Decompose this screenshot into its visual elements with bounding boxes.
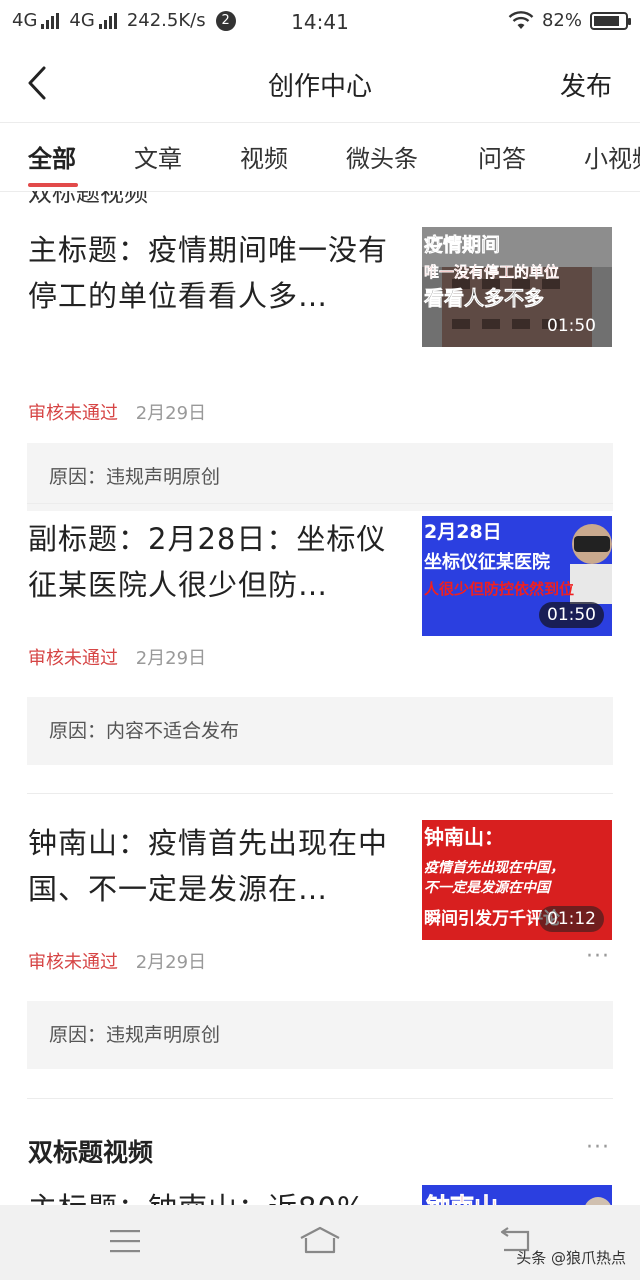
video-duration: 01:12 — [539, 906, 604, 932]
tab-articles[interactable]: 文章 — [134, 139, 182, 174]
battery-icon — [590, 11, 631, 30]
item-title[interactable]: 钟南山：疫情首先出现在中国、不一定是发源在… — [28, 820, 390, 912]
review-status: 审核未通过 — [28, 403, 118, 424]
thumb-text-line: 2月28日 — [424, 521, 502, 543]
thumb-text-line: 不一定是发源在中国 — [424, 879, 552, 896]
video-thumbnail[interactable]: 2月28日 坐标仪征某医院 人很少但防控依然到位 01:50 — [422, 516, 612, 636]
item-title[interactable]: 主标题：疫情期间唯一没有停工的单位看看人多… — [28, 227, 390, 319]
publish-button[interactable]: 发布 — [560, 66, 612, 103]
rejection-reason: 原因：违规声明原创 — [27, 1001, 613, 1069]
item-title[interactable]: 主标题：钟南山：近80% — [28, 1185, 390, 1205]
video-duration: 01:50 — [539, 602, 604, 628]
home-icon — [300, 1226, 340, 1254]
title-bar: 创作中心 发布 — [0, 44, 640, 122]
thumb-text-line: 钟南山： — [424, 825, 504, 849]
battery-level — [594, 15, 619, 26]
list-item[interactable]: 钟南山：疫情首先出现在中国、不一定是发源在… 钟南山： 疫情首先出现在中国， 不… — [0, 820, 640, 1070]
list-item[interactable]: 主标题：疫情期间唯一没有停工的单位看看人多… 疫情期间 唯一没有停工的单位 看看… — [0, 227, 640, 511]
review-status: 审核未通过 — [28, 648, 118, 669]
tab-all[interactable]: 全部 — [28, 139, 76, 174]
divider — [27, 1098, 613, 1099]
menu-icon — [110, 1230, 140, 1253]
list-item[interactable]: 副标题：2月28日：坐标仪征某医院人很少但防… 2月28日 坐标仪征某医院 人很… — [0, 516, 640, 766]
tab-micro-headlines[interactable]: 微头条 — [346, 139, 418, 174]
thumb-text-line: 坐标仪征某医院 — [424, 551, 550, 573]
battery-percent: 82% — [541, 10, 582, 31]
tab-short-videos[interactable]: 小视频 — [584, 139, 640, 174]
item-date: 2月29日 — [135, 403, 207, 424]
item-meta: 审核未通过 2月29日 — [28, 399, 206, 425]
home-button[interactable] — [296, 1221, 344, 1261]
item-date: 2月29日 — [135, 648, 207, 669]
video-thumbnail[interactable]: 钟南山 — [422, 1185, 612, 1205]
page-title: 创作中心 — [267, 72, 372, 102]
active-tab-indicator — [28, 183, 78, 187]
thumbnail-image: 钟南山 — [422, 1185, 612, 1205]
system-navigation-bar: 头条 @狼爪热点 — [0, 1205, 640, 1280]
video-duration: 01:50 — [547, 316, 596, 336]
status-bar: 4G 4G 242.5K/s 2 14:41 82% — [0, 0, 640, 44]
rejection-reason: 原因：内容不适合发布 — [27, 697, 613, 765]
video-thumbnail[interactable]: 钟南山： 疫情首先出现在中国， 不一定是发源在中国 瞬间引发万千评论 01:12 — [422, 820, 612, 940]
wifi-icon — [508, 10, 534, 29]
divider — [27, 503, 613, 504]
review-status: 审核未通过 — [28, 952, 118, 973]
more-options-button[interactable]: ··· — [586, 944, 610, 969]
item-meta: 审核未通过 2月29日 — [28, 644, 206, 670]
tab-qa[interactable]: 问答 — [478, 139, 526, 174]
thumb-text-line: 唯一没有停工的单位 — [424, 263, 559, 281]
status-right: 82% — [508, 10, 631, 31]
divider — [27, 793, 613, 794]
watermark: 头条 @狼爪热点 — [516, 1249, 626, 1267]
content-list: 双标题视频 主标题：疫情期间唯一没有停工的单位看看人多… 疫情期间 唯一没有停工… — [0, 191, 640, 1205]
thumb-text-line: 疫情期间 — [424, 233, 500, 256]
rejection-reason: 原因：违规声明原创 — [27, 443, 613, 511]
section-heading-partial: 双标题视频 — [28, 191, 148, 207]
item-title[interactable]: 副标题：2月28日：坐标仪征某医院人很少但防… — [28, 516, 390, 608]
thumb-text-line: 疫情首先出现在中国， — [424, 859, 564, 876]
item-date: 2月29日 — [135, 952, 207, 973]
menu-button[interactable] — [101, 1221, 149, 1261]
tab-videos[interactable]: 视频 — [240, 139, 288, 174]
thumb-text-line: 人很少但防控依然到位 — [424, 580, 574, 598]
thumb-text-line: 钟南山 — [426, 1193, 498, 1205]
video-thumbnail[interactable]: 疫情期间 唯一没有停工的单位 看看人多不多 01:50 — [422, 227, 612, 347]
thumb-text-line: 看看人多不多 — [424, 286, 544, 310]
tab-bar: 全部 文章 视频 微头条 问答 小视频 — [0, 122, 640, 192]
list-item-partial[interactable]: 主标题：钟南山：近80% 钟南山 — [0, 1185, 640, 1205]
item-meta: 审核未通过 2月29日 — [28, 948, 206, 974]
more-options-button[interactable]: ··· — [586, 1135, 610, 1160]
section-heading: 双标题视频 — [28, 1138, 154, 1167]
